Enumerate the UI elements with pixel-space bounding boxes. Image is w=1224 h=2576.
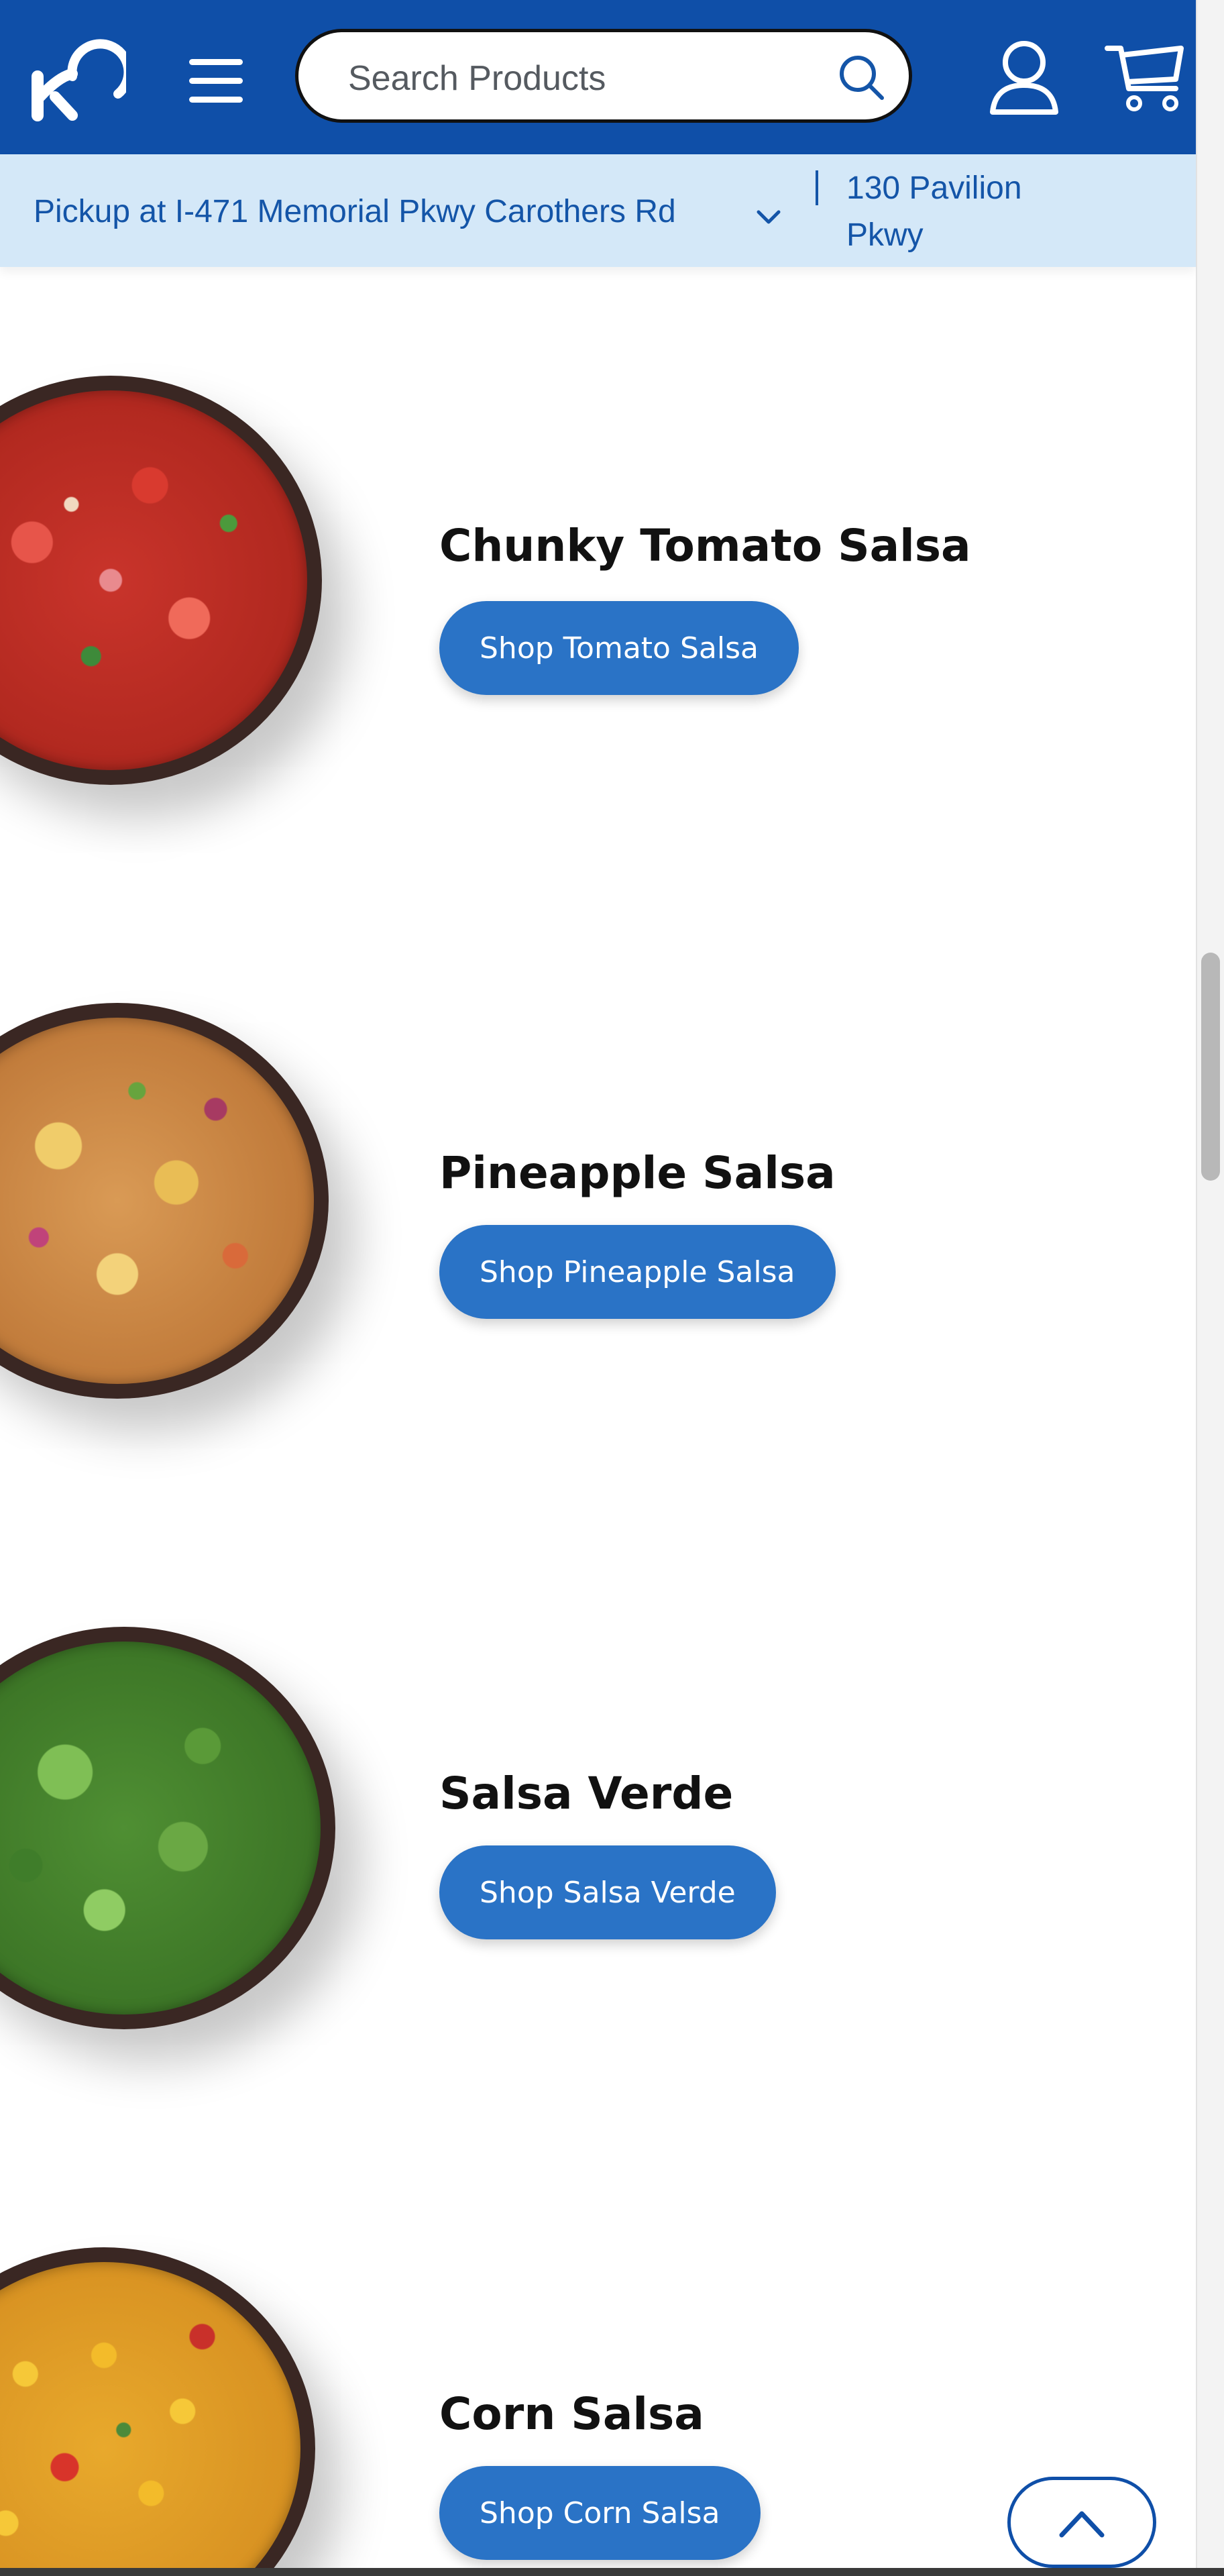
page: Pickup at I-471 Memorial Pkwy Carothers … (0, 0, 1224, 2576)
kroger-logo[interactable] (25, 35, 126, 122)
menu-button[interactable] (182, 54, 249, 107)
back-to-top-button[interactable] (1007, 2477, 1156, 2568)
store-address[interactable]: 130 Pavilion Pkwy (846, 165, 1088, 259)
search-icon[interactable] (835, 51, 889, 105)
search-box (295, 29, 912, 123)
salsa-verde-bowl (0, 1627, 335, 2029)
chevron-up-icon (1059, 2511, 1105, 2538)
corn-salsa-bowl (0, 2247, 315, 2576)
product-title: Salsa Verde (439, 1768, 734, 1819)
address-line-2: Pkwy (846, 217, 924, 253)
search-input[interactable] (347, 51, 805, 106)
user-icon[interactable] (986, 37, 1063, 117)
address-line-1: 130 Pavilion (846, 170, 1022, 206)
product-card: Chunky Tomato Salsa Shop Tomato Salsa (0, 349, 1196, 818)
shop-corn-salsa-button[interactable]: Shop Corn Salsa (439, 2466, 761, 2560)
divider (816, 170, 818, 205)
tomato-salsa-bowl (0, 376, 322, 785)
product-card: Pineapple Salsa Shop Pineapple Salsa (0, 969, 1196, 1439)
shop-salsa-verde-button[interactable]: Shop Salsa Verde (439, 1845, 776, 1939)
scrollbar[interactable] (1196, 0, 1224, 2576)
scrollbar-thumb[interactable] (1201, 953, 1220, 1181)
shop-pineapple-salsa-button[interactable]: Shop Pineapple Salsa (439, 1225, 836, 1319)
shop-tomato-salsa-button[interactable]: Shop Tomato Salsa (439, 601, 799, 695)
product-title: Corn Salsa (439, 2388, 704, 2440)
pineapple-salsa-bowl (0, 1003, 329, 1399)
store-bar: Pickup at I-471 Memorial Pkwy Carothers … (0, 154, 1196, 267)
product-card: Salsa Verde Shop Salsa Verde (0, 1590, 1196, 2059)
product-title: Chunky Tomato Salsa (439, 520, 971, 572)
top-header (0, 0, 1196, 154)
bottom-edge (0, 2568, 1224, 2576)
pickup-store-selector[interactable]: Pickup at I-471 Memorial Pkwy Carothers … (34, 193, 676, 230)
product-title: Pineapple Salsa (439, 1147, 836, 1199)
cart-icon[interactable] (1103, 40, 1187, 114)
chevron-down-icon[interactable] (755, 203, 783, 231)
hamburger-menu-icon (189, 59, 243, 65)
